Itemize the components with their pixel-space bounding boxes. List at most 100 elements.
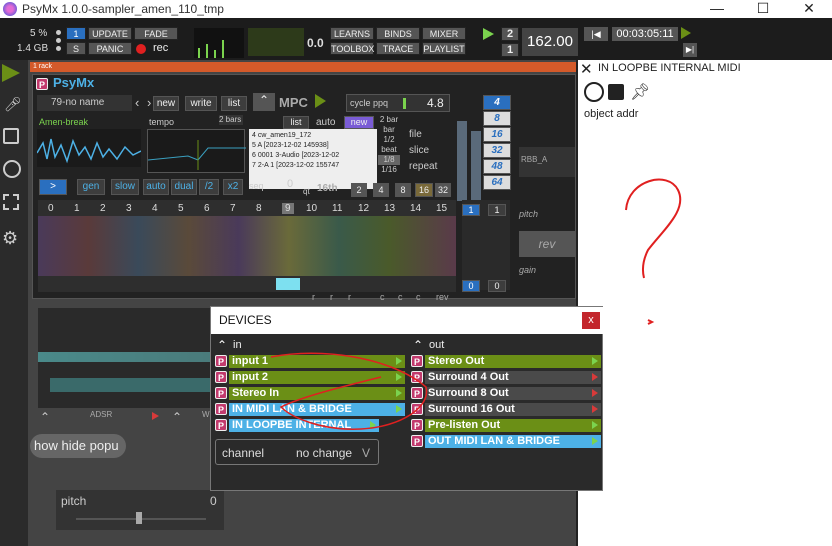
div-32-button[interactable]: 32 <box>483 143 511 158</box>
div-64-button[interactable]: 64 <box>483 175 511 190</box>
preset-select[interactable]: 79-no name <box>37 95 132 111</box>
learns-button[interactable]: LEARNS <box>330 27 374 40</box>
prev-preset-icon[interactable]: ‹ <box>135 95 139 110</box>
step-sequencer[interactable]: 0 1 2 3 4 5 6 7 8 9 10 11 12 13 14 15 <box>38 200 456 292</box>
mode-half-button[interactable]: /2 <box>199 179 219 195</box>
solo-button[interactable]: S <box>66 42 86 55</box>
midi-icon[interactable] <box>3 160 21 178</box>
rec-button[interactable]: rec <box>153 42 168 54</box>
div-4-button[interactable]: 4 <box>483 95 511 110</box>
write-preset-button[interactable]: write <box>185 96 217 111</box>
reverse-button[interactable]: rev <box>519 231 575 257</box>
maximize-button[interactable]: ☐ <box>740 0 786 18</box>
division-list[interactable]: 4 8 16 32 48 64 <box>483 95 511 195</box>
chevron-up-icon[interactable]: ⌃ <box>217 338 227 352</box>
sample-waveform[interactable] <box>36 129 142 167</box>
mode-play-button[interactable]: > <box>39 179 67 195</box>
quant-8-button[interactable]: 8 <box>395 183 411 197</box>
microphone-icon[interactable]: 🎤︎ <box>4 96 22 116</box>
quant-16-button[interactable]: 16 <box>415 183 433 197</box>
step-number: 6 <box>204 203 210 214</box>
pitch-slider-panel[interactable]: pitch 0 <box>56 490 224 530</box>
quant-2-button[interactable]: 2 <box>351 183 367 197</box>
trace-button[interactable]: TRACE <box>376 42 420 55</box>
mode-auto-button[interactable]: auto <box>143 179 169 195</box>
quant-32-button[interactable]: 32 <box>435 183 451 197</box>
output-device-row[interactable]: Pre-listen Out <box>425 419 601 432</box>
skip-end-icon[interactable]: ▶| <box>683 43 697 57</box>
file-row[interactable]: 4 cw_amen19_172 <box>252 131 374 141</box>
cycle-ppq-control[interactable]: cycle ppq 4.8 <box>346 94 450 112</box>
file-row[interactable]: 5 A [2023-12-02 145938] <box>252 141 374 151</box>
div-8-button[interactable]: 8 <box>483 111 511 126</box>
mode-slow-button[interactable]: slow <box>111 179 139 195</box>
meter-display <box>194 28 244 58</box>
beats-denominator[interactable]: 1 <box>501 43 519 57</box>
red-arrow-icon[interactable] <box>152 412 159 420</box>
pin-icon[interactable]: 📌︎ <box>630 82 650 102</box>
chevron-up-icon[interactable]: ⌃ <box>253 93 275 111</box>
output-device-row[interactable]: OUT MIDI LAN & BRIDGE <box>425 435 601 448</box>
output-device-row[interactable]: Surround 16 Out <box>425 403 601 416</box>
minimize-button[interactable]: — <box>694 0 740 18</box>
channel-select[interactable]: channel no change V <box>215 439 379 465</box>
col-value[interactable]: 1 <box>462 204 480 216</box>
rack-header: 1 rack <box>30 62 576 72</box>
close-icon[interactable]: ✕ <box>580 60 593 78</box>
pitch-slider-thumb[interactable] <box>136 512 142 524</box>
track-one-button[interactable]: 1 <box>66 27 86 40</box>
col-value[interactable]: 0 <box>488 280 506 292</box>
auto-label[interactable]: auto <box>316 117 335 128</box>
mpc-play-icon[interactable] <box>315 94 326 108</box>
update-button[interactable]: UPDATE <box>88 27 132 40</box>
bars-select[interactable]: 2 bars <box>219 115 243 125</box>
col-value[interactable]: 0 <box>462 280 480 292</box>
panic-button[interactable]: PANIC <box>88 42 132 55</box>
mode-gen-button[interactable]: gen <box>77 179 105 195</box>
new-preset-button[interactable]: new <box>153 96 179 111</box>
fade-button[interactable]: FADE <box>134 27 178 40</box>
rewind-icon[interactable]: |◀ <box>584 27 608 41</box>
chevron-up-icon[interactable]: ⌃ <box>40 410 50 424</box>
bpm-display[interactable]: 162.00 <box>522 28 578 56</box>
playlist-button[interactable]: PLAYLIST <box>422 42 466 55</box>
midi-port-icon[interactable] <box>584 82 604 102</box>
list-presets-button[interactable]: list <box>221 96 247 111</box>
play-icon[interactable] <box>483 28 494 40</box>
fullscreen-icon[interactable] <box>3 194 19 210</box>
show-hide-popup-button[interactable]: how hide popu <box>30 434 126 458</box>
div-16-button[interactable]: 16 <box>483 127 511 142</box>
file-list[interactable]: 4 cw_amen19_172 5 A [2023-12-02 145938] … <box>249 129 377 189</box>
beats-numerator[interactable]: 2 <box>501 27 519 41</box>
chevron-up-icon[interactable]: ⌃ <box>172 410 182 424</box>
close-devices-button[interactable]: x <box>582 312 600 329</box>
play-big-icon[interactable] <box>2 64 20 82</box>
list-button[interactable]: list <box>283 116 309 129</box>
output-device-row[interactable]: Surround 8 Out <box>425 387 601 400</box>
save-icon[interactable] <box>3 128 19 144</box>
bar-options[interactable]: 2 bar bar 1/2 beat 1/8 1/16 <box>378 115 400 181</box>
quantize-value[interactable]: 16th <box>317 183 338 194</box>
col-value[interactable]: 1 <box>488 204 506 216</box>
binds-button[interactable]: BINDS <box>376 27 420 40</box>
step-cells[interactable] <box>38 216 456 276</box>
output-device-row[interactable]: Surround 4 Out <box>425 371 601 384</box>
div-48-button[interactable]: 48 <box>483 159 511 174</box>
play-small-icon[interactable] <box>681 27 691 39</box>
next-preset-icon[interactable]: › <box>147 95 151 110</box>
envelope-panel[interactable] <box>38 308 218 408</box>
mode-double-button[interactable]: x2 <box>223 179 243 195</box>
close-window-button[interactable]: ✕ <box>786 0 832 18</box>
gain-label: gain <box>519 265 537 275</box>
output-device-row[interactable]: Stereo Out <box>425 355 601 368</box>
gear-icon[interactable]: ⚙ <box>2 228 18 249</box>
chevron-down-icon[interactable]: V <box>362 446 370 460</box>
file-row[interactable]: 6 0001 3-Audio [2023-12-02 <box>252 151 374 161</box>
quant-4-button[interactable]: 4 <box>373 183 389 197</box>
file-row[interactable]: 7 2-A 1 [2023-12-02 155747 <box>252 161 374 171</box>
save-icon[interactable] <box>608 84 624 100</box>
toolbox-button[interactable]: TOOLBOX <box>330 42 374 55</box>
mixer-button[interactable]: MIXER <box>422 27 466 40</box>
new-button[interactable]: new <box>344 116 374 129</box>
mode-dual-button[interactable]: dual <box>171 179 197 195</box>
